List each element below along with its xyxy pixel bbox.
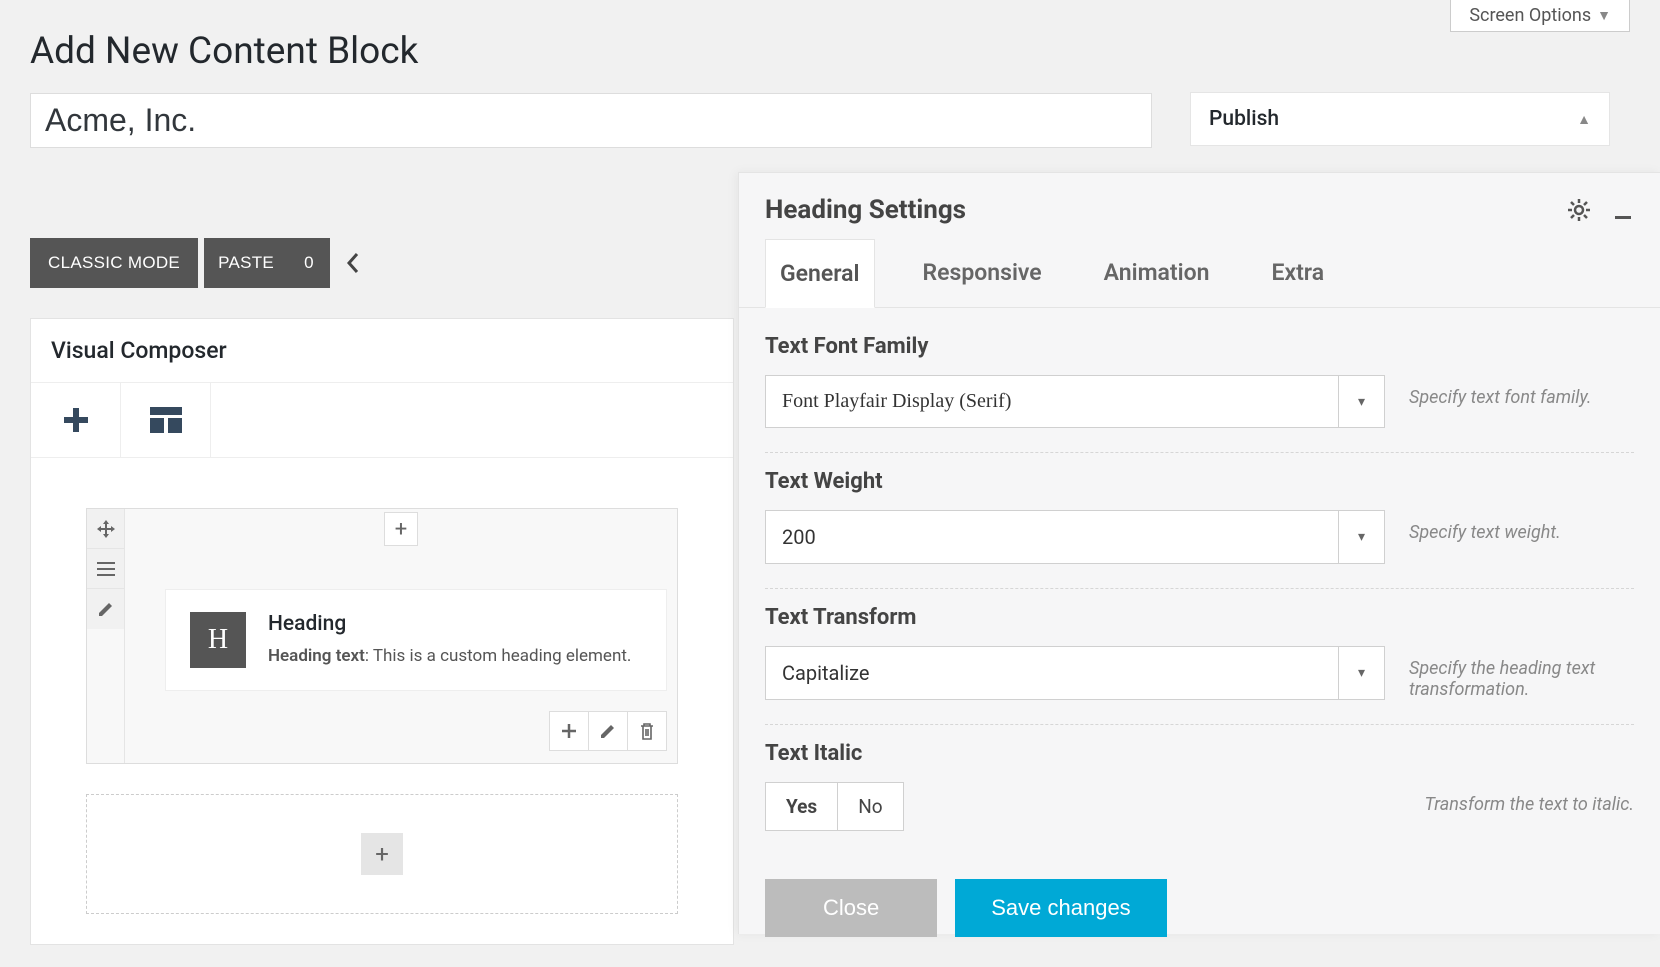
plus-icon: + — [361, 833, 403, 875]
add-icon[interactable] — [549, 711, 589, 751]
page-title: Add New Content Block — [0, 0, 1660, 93]
element-description: Heading text: This is a custom heading e… — [268, 646, 631, 666]
field-help: Specify the heading text transformation. — [1409, 646, 1634, 700]
select-value: Font Playfair Display (Serif) — [766, 376, 1338, 427]
visual-composer-title: Visual Composer — [31, 319, 733, 382]
paste-count[interactable]: 0 — [288, 238, 330, 288]
tab-responsive[interactable]: Responsive — [909, 239, 1056, 307]
vc-row: + H Heading Heading text: This is a cust… — [86, 508, 678, 764]
select-value: 200 — [766, 511, 1338, 563]
title-input[interactable] — [30, 93, 1152, 148]
field-help: Specify text font family. — [1409, 375, 1634, 408]
templates-button[interactable] — [121, 383, 211, 457]
caret-up-icon: ▲ — [1577, 111, 1591, 128]
gear-icon[interactable] — [1566, 197, 1592, 223]
field-text-transform: Text Transform Capitalize ▾ Specify the … — [765, 589, 1634, 725]
add-column-element-button[interactable]: + — [384, 512, 418, 546]
field-text-font-family: Text Font Family Font Playfair Display (… — [765, 318, 1634, 453]
caret-down-icon: ▼ — [1597, 7, 1611, 24]
field-label: Text Font Family — [765, 334, 1634, 359]
italic-toggle: Yes No — [765, 782, 904, 831]
field-label: Text Italic — [765, 741, 1634, 766]
element-title: Heading — [268, 612, 631, 636]
tab-general[interactable]: General — [765, 239, 875, 308]
row-bottom-actions — [125, 701, 677, 763]
heading-icon: H — [190, 612, 246, 668]
row-handles — [87, 509, 125, 763]
add-element-button[interactable] — [31, 383, 121, 457]
italic-no-button[interactable]: No — [837, 782, 903, 831]
publish-header[interactable]: Publish ▲ — [1191, 93, 1609, 145]
screen-options-button[interactable]: Screen Options ▼ — [1450, 0, 1630, 32]
field-help: Transform the text to italic. — [928, 782, 1634, 815]
chevron-left-icon[interactable] — [344, 250, 362, 276]
select-value: Capitalize — [766, 647, 1338, 699]
paste-button[interactable]: PASTE — [204, 238, 288, 288]
minimize-icon[interactable] — [1612, 199, 1634, 221]
save-changes-button[interactable]: Save changes — [955, 879, 1166, 937]
field-label: Text Weight — [765, 469, 1634, 494]
visual-composer-panel: Visual Composer — [30, 318, 734, 945]
field-label: Text Transform — [765, 605, 1634, 630]
tab-extra[interactable]: Extra — [1257, 239, 1338, 307]
settings-title: Heading Settings — [765, 195, 966, 225]
settings-footer: Close Save changes — [765, 879, 1634, 937]
caret-down-icon: ▾ — [1338, 511, 1384, 563]
settings-tabs: General Responsive Animation Extra — [739, 239, 1660, 308]
edit-icon[interactable] — [87, 589, 124, 629]
screen-options-label: Screen Options — [1469, 5, 1591, 26]
field-text-weight: Text Weight 200 ▾ Specify text weight. — [765, 453, 1634, 589]
field-help: Specify text weight. — [1409, 510, 1634, 543]
vc-toolbar — [31, 382, 733, 458]
caret-down-icon: ▾ — [1338, 376, 1384, 427]
field-text-italic: Text Italic Yes No Transform the text to… — [765, 725, 1634, 855]
publish-label: Publish — [1209, 107, 1279, 131]
pencil-icon[interactable] — [588, 711, 628, 751]
move-icon[interactable] — [87, 509, 124, 549]
classic-mode-button[interactable]: CLASSIC MODE — [30, 238, 198, 288]
trash-icon[interactable] — [627, 711, 667, 751]
italic-yes-button[interactable]: Yes — [765, 782, 838, 831]
settings-panel: Heading Settings General Responsive Anim… — [738, 172, 1660, 934]
tab-animation[interactable]: Animation — [1090, 239, 1224, 307]
text-weight-select[interactable]: 200 ▾ — [765, 510, 1385, 564]
add-row-zone[interactable]: + — [86, 794, 678, 914]
close-button[interactable]: Close — [765, 879, 937, 937]
font-family-select[interactable]: Font Playfair Display (Serif) ▾ — [765, 375, 1385, 428]
text-transform-select[interactable]: Capitalize ▾ — [765, 646, 1385, 700]
publish-box: Publish ▲ — [1190, 92, 1610, 146]
vc-element-heading[interactable]: H Heading Heading text: This is a custom… — [165, 589, 667, 691]
caret-down-icon: ▾ — [1338, 647, 1384, 699]
columns-icon[interactable] — [87, 549, 124, 589]
